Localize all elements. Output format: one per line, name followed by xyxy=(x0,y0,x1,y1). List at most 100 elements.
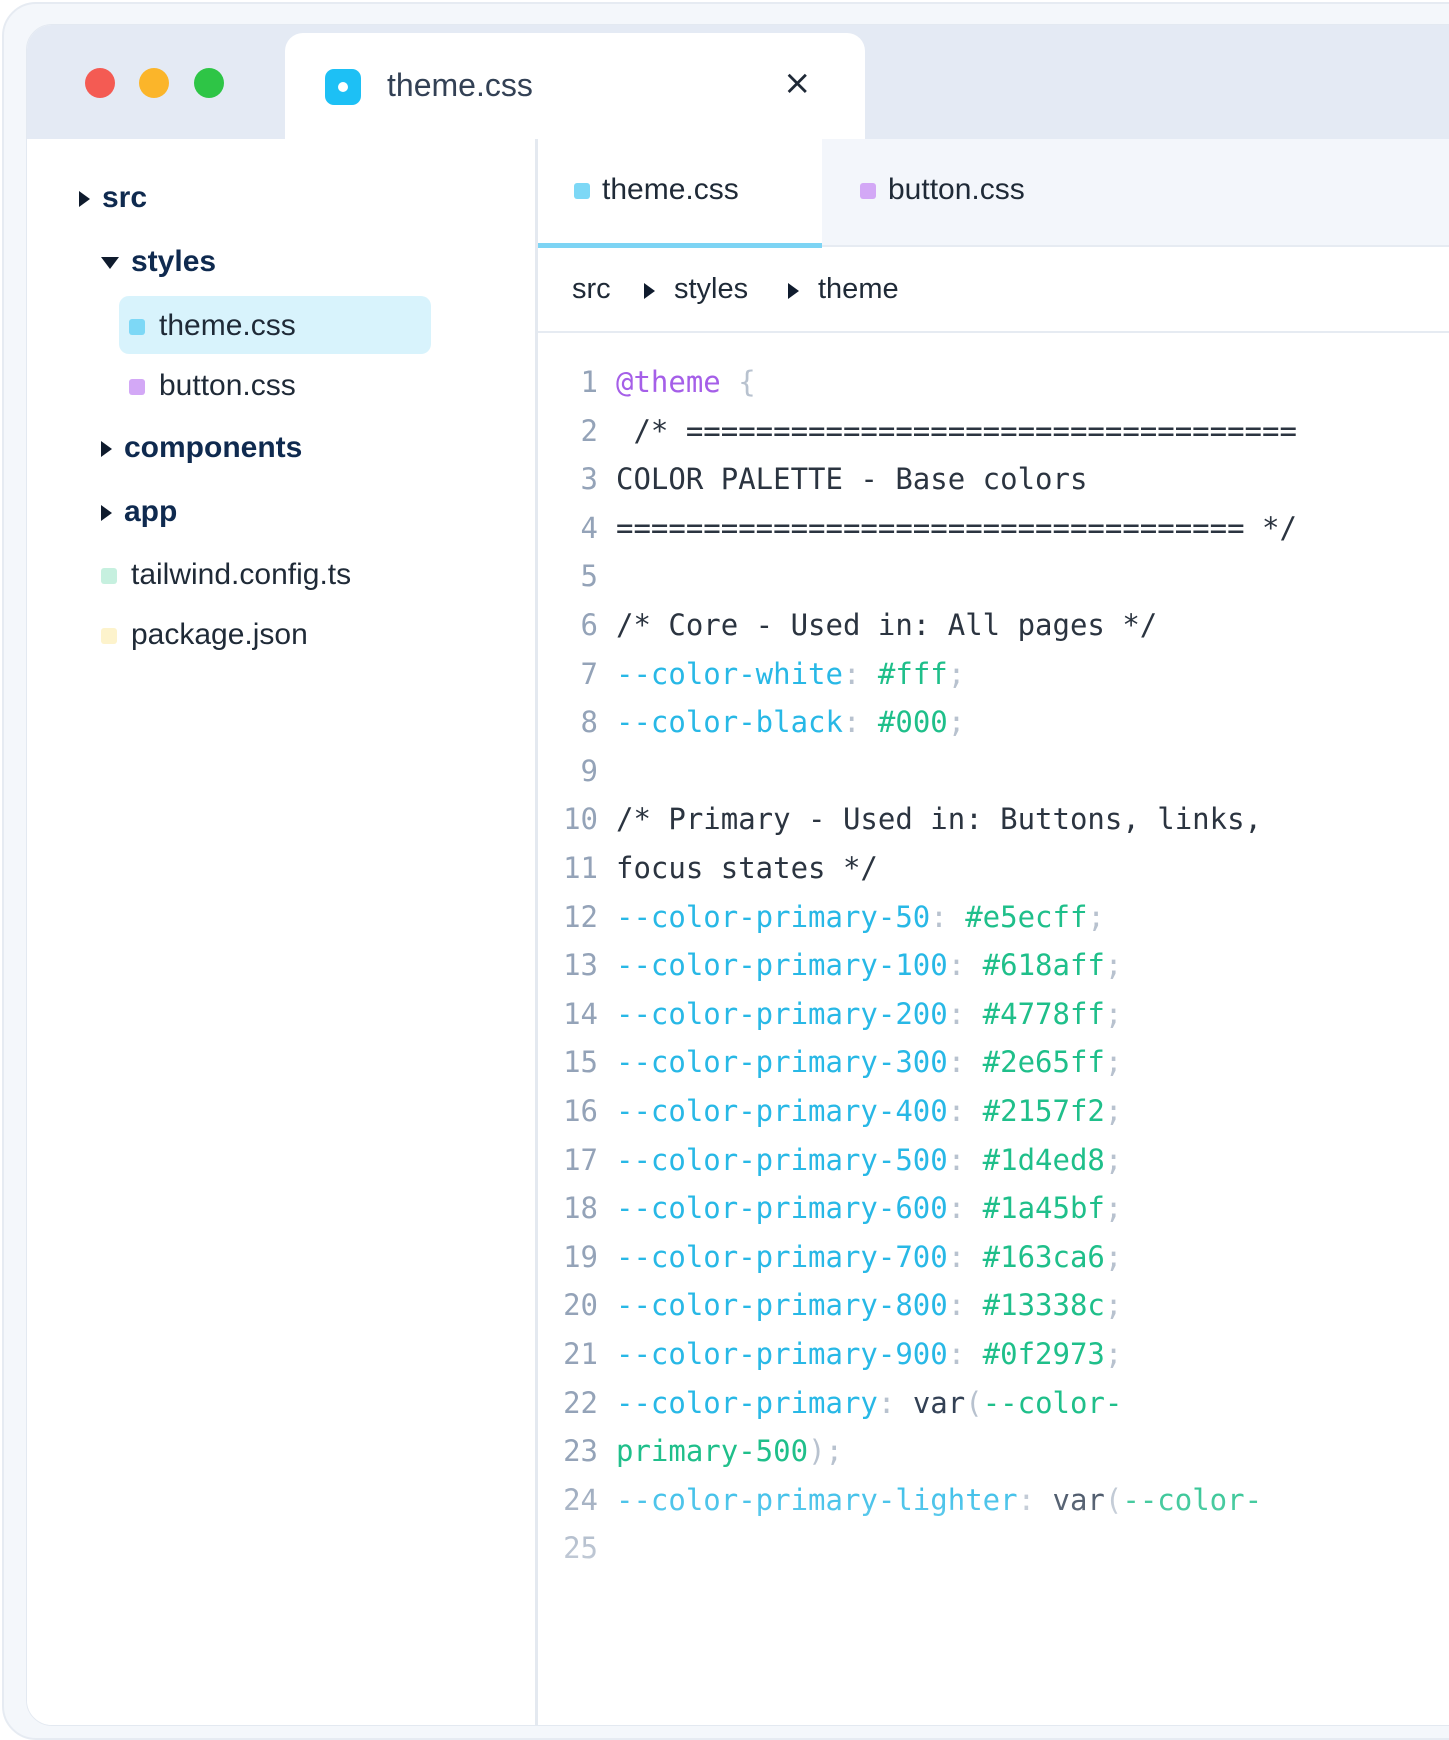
line-content: --color-white: #fff; xyxy=(616,657,965,691)
tree-file-package-json[interactable]: package.json xyxy=(101,618,308,652)
code-token: --color- xyxy=(982,1385,1123,1420)
code-token: --color-primary-300 xyxy=(616,1045,948,1080)
code-token: #2157f2 xyxy=(982,1094,1105,1128)
window-tab[interactable]: theme.css × xyxy=(285,33,865,141)
ts-file-icon xyxy=(101,568,117,585)
line-number: 5 xyxy=(580,559,598,594)
line-content: --color-primary-50: #e5ecff; xyxy=(616,900,1105,934)
line-number: 12 xyxy=(563,899,598,934)
code-token: @theme xyxy=(616,365,721,399)
code-token: : xyxy=(947,1045,983,1080)
code-line: 13 --color-primary-100: #618aff; xyxy=(538,948,1438,1002)
code-token: /* Core - Used in: All pages */ xyxy=(616,608,1158,642)
code-token: ==================================== */ xyxy=(616,510,1297,545)
code-token: : xyxy=(842,705,878,740)
code-line: 3 COLOR PALETTE - Base colors xyxy=(538,462,1438,516)
code-token: #163ca6 xyxy=(982,1239,1105,1274)
editor-tab-button-css[interactable]: button.css xyxy=(822,139,1122,243)
code-token: --color-primary-500 xyxy=(616,1142,948,1177)
line-number: 15 xyxy=(563,1045,598,1080)
code-line: 15 --color-primary-300: #2e65ff; xyxy=(538,1045,1438,1099)
line-content: --color-primary-200: #4778ff; xyxy=(616,997,1122,1031)
code-line: 9 xyxy=(538,754,1438,808)
code-token: #0f2973 xyxy=(982,1337,1105,1371)
line-number: 9 xyxy=(580,753,598,788)
code-line: 5 xyxy=(538,559,1438,613)
code-token: : xyxy=(1017,1482,1053,1517)
css-file-icon xyxy=(574,183,590,200)
code-line: 23 primary-500); xyxy=(538,1434,1438,1488)
tree-folder-label: app xyxy=(124,495,178,528)
code-token: --color-primary-400 xyxy=(616,1094,948,1128)
code-token: --color-primary-50 xyxy=(616,899,931,934)
code-line: 6 /* Core - Used in: All pages */ xyxy=(538,608,1438,662)
code-token: : xyxy=(947,1094,983,1128)
json-file-icon xyxy=(101,628,117,645)
line-content: --color-primary-500: #1d4ed8; xyxy=(616,1143,1122,1177)
tree-file-label: theme.css xyxy=(159,309,296,342)
code-line: 24 --color-primary-lighter: var(--color- xyxy=(538,1483,1438,1537)
tree-folder-styles[interactable]: styles xyxy=(101,245,216,279)
code-token: #e5ecff xyxy=(965,899,1088,934)
breadcrumb-item[interactable]: theme xyxy=(818,273,899,306)
breadcrumb-item[interactable]: styles xyxy=(674,273,748,306)
code-line: 22 --color-primary: var(--color- xyxy=(538,1386,1438,1440)
code-token: --color-primary-900 xyxy=(616,1337,948,1371)
code-token: /* Primary - Used in: Buttons, links, xyxy=(616,802,1263,837)
line-number: 18 xyxy=(563,1191,598,1226)
minimize-window-button[interactable] xyxy=(139,68,169,98)
editor-tab-label: theme.css xyxy=(602,173,739,206)
line-content: /* =================================== xyxy=(616,414,1296,448)
code-token: #2e65ff xyxy=(982,1045,1105,1080)
title-bar: theme.css × xyxy=(27,25,1449,141)
code-token: ; xyxy=(1104,996,1123,1031)
close-tab-icon[interactable]: × xyxy=(783,63,812,103)
code-token: ; xyxy=(947,656,966,691)
code-token: ( xyxy=(1104,1482,1123,1517)
tree-folder-components[interactable]: components xyxy=(101,431,302,465)
code-token: ; xyxy=(1104,1142,1123,1177)
code-token: COLOR PALETTE - Base colors xyxy=(616,462,1088,497)
tree-file-button-css[interactable]: button.css xyxy=(129,369,296,403)
code-token: focus states */ xyxy=(616,851,878,885)
line-content: --color-primary-lighter: var(--color- xyxy=(616,1483,1262,1517)
code-token: ; xyxy=(1104,948,1123,983)
tree-folder-src[interactable]: src xyxy=(79,181,147,215)
code-line: 25 xyxy=(538,1531,1438,1585)
line-number: 19 xyxy=(563,1239,598,1274)
maximize-window-button[interactable] xyxy=(194,68,224,98)
line-number: 23 xyxy=(563,1434,598,1469)
tree-folder-app[interactable]: app xyxy=(101,495,177,529)
code-line: 12 --color-primary-50: #e5ecff; xyxy=(538,900,1438,954)
code-token: --color-primary-600 xyxy=(616,1191,948,1226)
line-number: 24 xyxy=(563,1482,598,1517)
code-token: ( xyxy=(965,1385,983,1420)
css-file-icon xyxy=(325,69,361,105)
line-content: --color-primary-300: #2e65ff; xyxy=(616,1045,1122,1079)
code-token: : xyxy=(947,996,983,1031)
code-line: 11 focus states */ xyxy=(538,851,1438,905)
line-content: --color-primary-700: #163ca6; xyxy=(616,1240,1122,1274)
tree-file-tailwind-config[interactable]: tailwind.config.ts xyxy=(101,558,351,592)
line-content: focus states */ xyxy=(616,851,878,885)
code-line: 18 --color-primary-600: #1a45bf; xyxy=(538,1191,1438,1245)
code-line: 21 --color-primary-900: #0f2973; xyxy=(538,1337,1438,1391)
tree-file-label: tailwind.config.ts xyxy=(131,558,352,591)
code-token: --color-primary-200 xyxy=(616,996,948,1031)
code-line: 16 --color-primary-400: #2157f2; xyxy=(538,1094,1438,1148)
line-content: /* Core - Used in: All pages */ xyxy=(616,608,1157,642)
css-file-icon xyxy=(129,319,145,336)
breadcrumb-item[interactable]: src xyxy=(572,273,611,306)
line-number: 22 xyxy=(563,1385,598,1420)
code-token: --color-primary-100 xyxy=(616,948,948,983)
editor-tab-theme-css[interactable]: theme.css xyxy=(538,139,822,248)
code-line: 7 --color-white: #fff; xyxy=(538,657,1438,711)
css-file-icon xyxy=(129,379,145,396)
tree-file-theme-css[interactable]: theme.css xyxy=(129,309,296,343)
editor-tab-label: button.css xyxy=(888,173,1025,206)
close-window-button[interactable] xyxy=(85,68,115,98)
line-number: 16 xyxy=(563,1094,598,1128)
code-token: --color-white xyxy=(616,656,843,691)
tree-file-label: button.css xyxy=(159,369,296,402)
code-token: : xyxy=(947,1239,983,1274)
